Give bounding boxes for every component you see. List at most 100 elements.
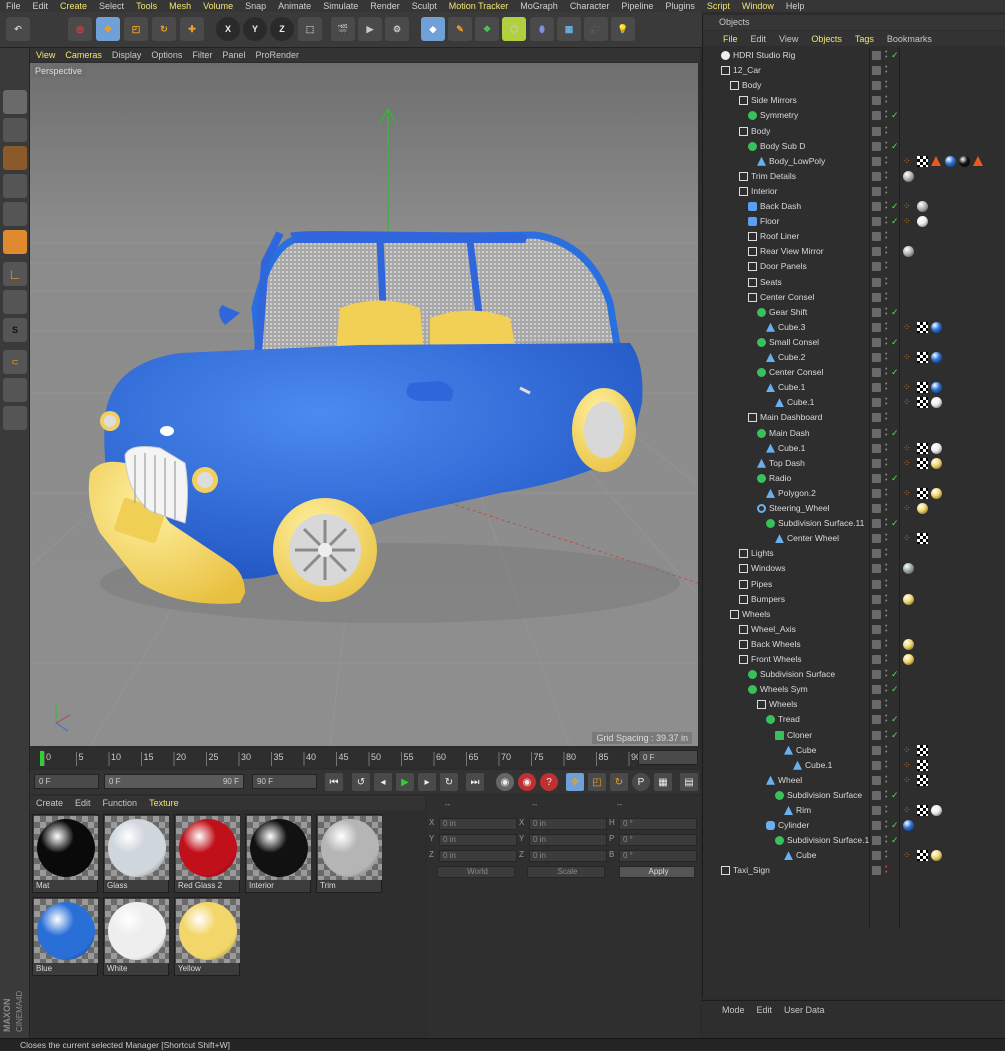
visibility-dots[interactable]: • • <box>885 819 889 831</box>
object-row[interactable]: Cube.1 • • ⁘ <box>703 758 1005 773</box>
layer-icon[interactable] <box>872 81 881 91</box>
menu-simulate[interactable]: Simulate <box>317 1 364 11</box>
material-yellow[interactable]: Yellow <box>174 897 240 976</box>
visibility-dots[interactable]: • • <box>885 396 889 408</box>
material-mat[interactable]: Mat <box>32 814 98 893</box>
menu-mesh[interactable]: Mesh <box>163 1 197 11</box>
layer-icon[interactable] <box>872 337 881 347</box>
object-row[interactable]: Cloner • • ✓ <box>703 728 1005 743</box>
coord-value-field[interactable]: 0 ° <box>619 834 697 846</box>
layer-icon[interactable] <box>872 806 881 815</box>
light-icon[interactable]: 💡 <box>611 17 635 41</box>
live-selection-icon[interactable]: ◎ <box>68 17 92 41</box>
material-tag-icon[interactable] <box>959 155 970 167</box>
texture-mode-icon[interactable] <box>3 118 27 142</box>
layer-icon[interactable] <box>872 473 881 483</box>
model-mode-icon[interactable] <box>3 90 27 114</box>
material-menu-edit[interactable]: Edit <box>75 798 91 808</box>
enabled-check-icon[interactable]: ✓ <box>891 214 899 229</box>
material-tag-icon[interactable] <box>903 170 914 182</box>
enabled-check-icon[interactable]: ✓ <box>891 365 899 380</box>
material-tag-icon[interactable] <box>945 155 956 167</box>
solo-icon[interactable]: S <box>3 318 27 342</box>
layer-icon[interactable] <box>872 775 881 785</box>
material-tag-icon[interactable] <box>903 638 914 650</box>
object-row[interactable]: Symmetry • • ✓ <box>703 108 1005 123</box>
menu-sculpt[interactable]: Sculpt <box>406 1 443 11</box>
object-row[interactable]: Windows • • <box>703 561 1005 576</box>
y-axis-lock-icon[interactable]: Y <box>243 17 267 41</box>
uvw-tag-icon[interactable] <box>917 805 928 816</box>
key-position-icon[interactable]: ✥ <box>566 773 584 791</box>
phong-tag-icon[interactable]: ⁘ <box>903 775 914 786</box>
layer-icon[interactable] <box>872 594 881 604</box>
object-row[interactable]: Body • • <box>703 124 1005 139</box>
x-axis-lock-icon[interactable]: X <box>216 17 240 41</box>
object-row[interactable]: Radio • • ✓ <box>703 471 1005 486</box>
layer-icon[interactable] <box>872 670 881 680</box>
layer-icon[interactable] <box>872 730 881 740</box>
visibility-dots[interactable]: • • <box>885 381 889 393</box>
menu-create[interactable]: Create <box>54 1 93 11</box>
menu-edit[interactable]: Edit <box>27 1 55 11</box>
uvw-tag-icon[interactable] <box>917 155 928 167</box>
menu-select[interactable]: Select <box>93 1 130 11</box>
object-row[interactable]: Wheels • • <box>703 607 1005 622</box>
enabled-check-icon[interactable]: ✓ <box>891 516 899 531</box>
material-menu-function[interactable]: Function <box>103 798 138 808</box>
material-tag-icon[interactable] <box>931 321 942 333</box>
material-tag-icon[interactable] <box>931 442 942 454</box>
visibility-dots[interactable]: • • <box>885 532 889 544</box>
layer-icon[interactable] <box>872 111 881 121</box>
visibility-dots[interactable]: • • <box>885 230 889 242</box>
visibility-dots[interactable]: • • <box>885 638 889 650</box>
object-row[interactable]: Trim Details • • <box>703 169 1005 184</box>
menu-render[interactable]: Render <box>364 1 406 11</box>
render-view-icon[interactable]: 🎬 <box>331 17 355 41</box>
layer-icon[interactable] <box>872 549 881 559</box>
object-row[interactable]: Body Sub D • • ✓ <box>703 139 1005 154</box>
coord-value-field[interactable]: 0 ° <box>619 850 697 862</box>
viewport[interactable]: Perspective Grid Spacing : 39.37 in <box>30 63 698 746</box>
uvw-tag-icon[interactable] <box>917 321 928 333</box>
layer-icon[interactable] <box>872 443 881 453</box>
goto-end-icon[interactable]: ⏭ <box>466 773 484 791</box>
coord-value-field[interactable]: 0 in <box>529 818 607 830</box>
visibility-dots[interactable]: • • <box>885 200 889 212</box>
layer-icon[interactable] <box>872 655 881 664</box>
material-tag-icon[interactable] <box>903 246 914 258</box>
visibility-dots[interactable]: • • <box>885 276 889 288</box>
object-row[interactable]: Cylinder • • ✓ <box>703 818 1005 833</box>
phong-tag-icon[interactable]: ⁘ <box>903 488 914 499</box>
object-row[interactable]: Tread • • ✓ <box>703 712 1005 727</box>
layer-icon[interactable] <box>872 504 881 513</box>
polygons-mode-icon[interactable] <box>3 230 27 254</box>
object-row[interactable]: Front Wheels • • <box>703 652 1005 667</box>
object-row[interactable]: Cube.1 • • ⁘ <box>703 380 1005 395</box>
end-frame-field[interactable]: 90 F <box>252 774 317 789</box>
visibility-dots[interactable]: • • <box>885 759 889 771</box>
uvw-tag-icon[interactable] <box>917 487 928 499</box>
visibility-dots[interactable]: • • <box>885 411 889 423</box>
coord-value-field[interactable]: 0 in <box>529 834 607 846</box>
coord-value-field[interactable]: 0 in <box>439 818 517 830</box>
enabled-check-icon[interactable]: ✓ <box>891 471 899 486</box>
layer-icon[interactable] <box>872 624 881 634</box>
attribute-menu-user-data[interactable]: User Data <box>784 1005 825 1015</box>
visibility-dots[interactable]: • • <box>885 834 889 846</box>
visibility-dots[interactable]: • • <box>885 64 889 76</box>
material-tag-icon[interactable] <box>917 216 928 228</box>
warning-tag-icon[interactable] <box>931 155 941 166</box>
z-axis-lock-icon[interactable]: Z <box>270 17 294 41</box>
visibility-dots[interactable]: • • <box>885 472 889 484</box>
pen-spline-icon[interactable]: ✎ <box>448 17 472 41</box>
visibility-dots[interactable]: • • <box>885 366 889 378</box>
layer-icon[interactable] <box>872 458 881 468</box>
uvw-tag-icon[interactable] <box>917 442 928 454</box>
render-picture-viewer-icon[interactable]: ▶ <box>358 17 382 41</box>
material-glass[interactable]: Glass <box>103 814 169 893</box>
keyframe-selection-icon[interactable]: ? <box>540 773 558 791</box>
material-tag-icon[interactable] <box>931 397 942 409</box>
object-row[interactable]: Lights • • <box>703 546 1005 561</box>
phong-tag-icon[interactable]: ⁘ <box>903 760 914 771</box>
